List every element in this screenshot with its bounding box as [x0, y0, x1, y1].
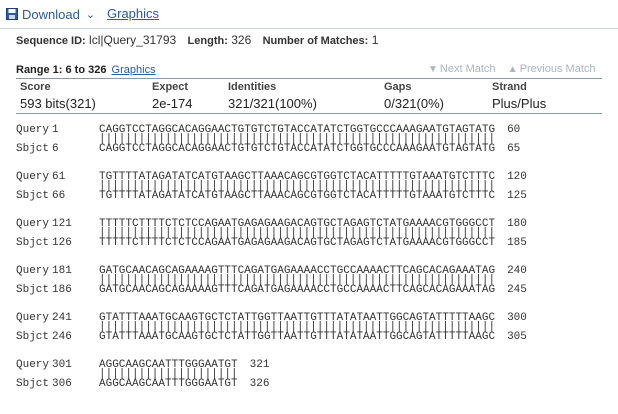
identities-header: Identities [228, 81, 277, 93]
range-line: Range 1: 6 to 326 Graphics [16, 64, 156, 76]
query-end: 300 [507, 312, 527, 324]
subject-sequence: AGGCAAGCAATTTGGGAATGT [99, 378, 238, 390]
length-value: 326 [231, 33, 252, 47]
subject-sequence: CAGGTCCTAGGCACAGGAACTGTGTCTGTACCATATCTGG… [99, 143, 496, 155]
subject-start: 246 [52, 331, 72, 343]
query-end: 120 [507, 171, 527, 183]
subject-sequence: TGTTTTATAGATATCATGTAAGCTTAAACAGCGTGGTCTA… [99, 190, 496, 202]
subject-end: 125 [507, 190, 527, 202]
score-header: Score [20, 81, 51, 93]
subject-start: 306 [52, 378, 72, 390]
previous-match-label: Previous Match [519, 63, 596, 75]
expect-value: 2e-174 [152, 96, 193, 111]
identities-stat: Identities 321/321(100%) [228, 81, 317, 111]
subject-line: Sbjct 186 GATGCAACAGCAGAAAAGTTTCAGATGAGAAA… [16, 284, 527, 297]
sequence-info: Sequence ID: lcl|Query_31793 Length: 326… [16, 33, 386, 47]
subject-label: Sbjct [16, 190, 50, 202]
gaps-stat: Gaps 0/321(0%) [384, 81, 444, 111]
subject-line: Sbjct 66 TGTTTTATAGATATCATGTAAGCTTAAACAGCG… [16, 190, 527, 203]
subject-line: Sbjct 246 GTATTTAAATGCAAGTGCTCTATTGGTTAATT… [16, 331, 527, 344]
match-navigation: ▼ Next Match ▲ Previous Match [428, 63, 596, 75]
expect-header: Expect [152, 81, 189, 93]
next-match-link[interactable]: ▼ Next Match [428, 63, 496, 75]
download-label: Download [22, 6, 80, 22]
subject-line: Sbjct 6 CAGGTCCTAGGCACAGGAACTGTGTCTGTACCAT… [16, 143, 520, 156]
subject-start: 126 [52, 237, 72, 249]
query-end: 240 [507, 265, 527, 277]
matches-label: Number of Matches: [262, 35, 369, 47]
triangle-up-icon: ▲ [507, 64, 518, 75]
sequence-id-label: Sequence ID: [16, 35, 86, 47]
subject-label: Sbjct [16, 378, 50, 390]
subject-sequence: GATGCAACAGCAGAAAAGTTTCAGATGAGAAAACCTGCCA… [99, 284, 496, 296]
subject-start: 186 [52, 284, 72, 296]
subject-label: Sbjct [16, 143, 50, 155]
subject-end: 305 [507, 331, 527, 343]
alignment-stats: Score 593 bits(321) Expect 2e-174 Identi… [16, 78, 602, 114]
strand-header: Strand [492, 81, 527, 93]
subject-label: Sbjct [16, 331, 50, 343]
subject-label: Sbjct [16, 284, 50, 296]
subject-end: 245 [507, 284, 527, 296]
subject-end: 65 [507, 143, 521, 155]
gaps-value: 0/321(0%) [384, 96, 444, 111]
range-label: Range 1: 6 to 326 [16, 64, 107, 76]
subject-end: 326 [249, 378, 270, 390]
subject-sequence: TTTTTCTTTTCTCTCCAGAATGAGAGAAGACAGTGCTAGA… [99, 237, 496, 249]
score-value: 593 bits(321) [20, 96, 96, 111]
matches-value: 1 [371, 33, 379, 47]
previous-match-link[interactable]: ▲ Previous Match [508, 63, 596, 75]
score-stat: Score 593 bits(321) [20, 81, 96, 111]
save-disk-icon [6, 8, 18, 20]
identities-value: 321/321(100%) [228, 96, 317, 111]
strand-stat: Strand Plus/Plus [492, 81, 546, 111]
query-end: 321 [249, 359, 270, 371]
subject-sequence: GTATTTAAATGCAAGTGCTCTATTGGTTAATTGTTTATAT… [99, 331, 496, 343]
gaps-header: Gaps [384, 81, 412, 93]
subject-end: 185 [507, 237, 527, 249]
subject-start: 66 [52, 190, 66, 202]
sequence-id-value: lcl|Query_31793 [89, 33, 177, 47]
length-label: Length: [187, 35, 228, 47]
results-toolbar: Download ⌄ Graphics [0, 0, 618, 29]
query-end: 180 [507, 218, 527, 230]
range-graphics-link[interactable]: Graphics [112, 64, 156, 76]
download-menu-button[interactable]: Download ⌄ [6, 5, 95, 23]
strand-value: Plus/Plus [492, 96, 547, 111]
subject-label: Sbjct [16, 237, 50, 249]
subject-line: Sbjct 306 AGGCAAGCAATTTGGGAATGT 326 [16, 378, 269, 391]
query-end: 60 [507, 124, 521, 136]
next-match-label: Next Match [439, 63, 496, 75]
chevron-down-icon: ⌄ [85, 8, 96, 21]
triangle-down-icon: ▼ [428, 64, 438, 75]
subject-line: Sbjct 126 TTTTTCTTTTCTCTCCAGAATGAGAGAAGACA… [16, 237, 527, 250]
subject-start: 6 [52, 143, 59, 155]
graphics-link[interactable]: Graphics [107, 6, 159, 21]
expect-stat: Expect 2e-174 [152, 81, 192, 111]
